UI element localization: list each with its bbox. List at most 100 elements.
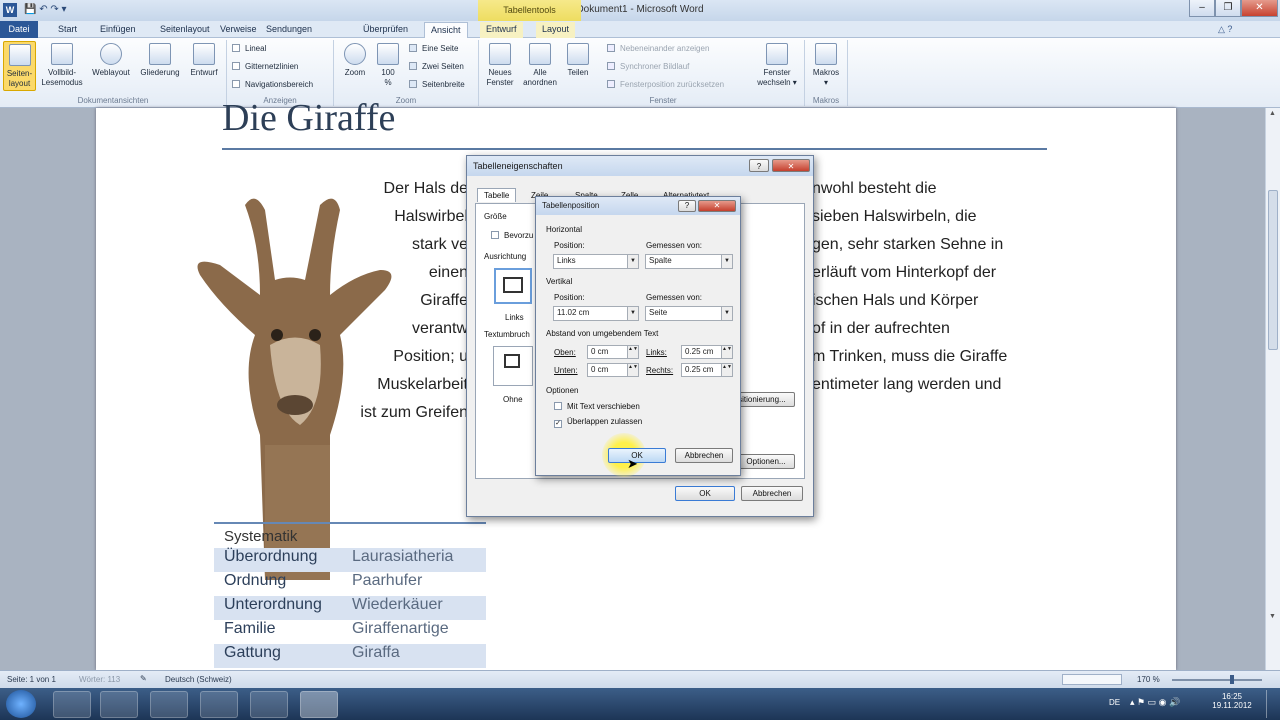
checkbox-gitternetzlinien[interactable]: Gitternetzlinien <box>232 61 298 72</box>
quick-access-toolbar[interactable]: 💾 ↶ ↷ ▾ <box>24 4 67 15</box>
table-row[interactable]: Familie Giraffenartige <box>214 620 486 644</box>
table-row[interactable]: Ordnung Paarhufer <box>214 572 486 596</box>
table-row[interactable]: Gattung Giraffa <box>214 644 486 668</box>
position-close-button[interactable]: ✕ <box>698 200 736 212</box>
groesse-label: Größe <box>484 212 507 221</box>
macros-button[interactable]: Makros ▾ <box>808 41 844 91</box>
checkbox-lineal[interactable]: Lineal <box>232 43 266 54</box>
firefox-icon[interactable] <box>200 691 238 718</box>
bevorzugt-checkbox[interactable]: Bevorzu <box>491 231 533 240</box>
vertical-scrollbar[interactable]: ▲ ▼ <box>1265 108 1280 670</box>
table-row[interactable]: Unterordnung Wiederkäuer <box>214 596 486 620</box>
sync-scroll-button[interactable]: Synchroner Bildlauf <box>607 61 689 72</box>
tab-sendungen[interactable]: Sendungen <box>260 22 318 38</box>
tab-datei[interactable]: Datei <box>0 21 38 38</box>
wrap-none-option[interactable] <box>493 346 533 386</box>
outer-cancel-button[interactable]: Abbrechen <box>741 486 803 501</box>
checkbox-navigationsbereich[interactable]: Navigationsbereich <box>232 79 313 90</box>
scroll-thumb[interactable] <box>1268 190 1278 350</box>
show-desktop-button[interactable] <box>1266 690 1278 718</box>
spinner-icon[interactable]: ▲▼ <box>627 364 638 376</box>
help-icon[interactable]: △ ? <box>1218 24 1232 35</box>
unten-label: Unten: <box>554 366 578 375</box>
oben-input[interactable]: 0 cm ▲▼ <box>587 345 639 359</box>
zoom-100-button[interactable]: 100 % <box>374 41 402 91</box>
clock[interactable]: 16:25 19.11.2012 <box>1212 692 1252 710</box>
view-vollbild-button[interactable]: Vollbild- Lesemodus <box>38 41 86 91</box>
view-gliederung-button[interactable]: Gliederung <box>136 41 184 91</box>
h-measured-label: Gemessen von: <box>646 241 703 250</box>
app-window-icon[interactable] <box>250 691 288 718</box>
view-seitenlayout-button[interactable]: Seiten- layout <box>3 41 36 91</box>
view-entwurf-button[interactable]: Entwurf <box>185 41 223 91</box>
switch-windows-button[interactable]: Fenster wechseln ▾ <box>751 41 803 91</box>
view-weblayout-button[interactable]: Weblayout <box>87 41 135 91</box>
scroll-down-icon[interactable]: ▼ <box>1269 613 1276 620</box>
position-help-button[interactable]: ? <box>678 200 696 212</box>
tab-ueberpruefen[interactable]: Überprüfen <box>357 22 414 38</box>
zoom-button[interactable]: Zoom <box>339 41 371 91</box>
tab-seitenlayout[interactable]: Seitenlayout <box>154 22 216 38</box>
new-window-button[interactable]: Neues Fenster <box>483 41 517 91</box>
start-button[interactable] <box>6 690 36 718</box>
zoom-slider-thumb[interactable] <box>1230 675 1234 684</box>
help-button[interactable]: ? <box>749 159 769 172</box>
close-button[interactable]: ✕ <box>1241 0 1278 17</box>
tab-start[interactable]: Start <box>52 22 83 38</box>
ie-icon[interactable] <box>53 691 91 718</box>
align-left-option[interactable] <box>494 268 532 304</box>
proofing-icon[interactable]: ✎ <box>140 674 147 683</box>
paragraph-right[interactable]: nwohl besteht die sieben Halswirbeln, di… <box>812 175 1048 399</box>
zoom-level[interactable]: 170 % <box>1137 675 1160 684</box>
tab-layout[interactable]: Layout <box>536 22 576 38</box>
rechts-input[interactable]: 0.25 cm ▲▼ <box>681 363 733 377</box>
outline-icon <box>149 43 171 65</box>
two-pages-button[interactable]: Zwei Seiten <box>409 61 464 72</box>
reset-window-button[interactable]: Fensterposition zurücksetzen <box>607 79 724 90</box>
position-cancel-button[interactable]: Abbrechen <box>675 448 733 463</box>
word-app-icon[interactable]: W <box>3 3 17 17</box>
h-position-select[interactable]: Links ▼ <box>553 254 639 269</box>
minimize-button[interactable]: – <box>1189 0 1215 17</box>
view-buttons[interactable] <box>1062 674 1122 685</box>
word-taskbar-icon[interactable] <box>300 691 338 718</box>
one-page-button[interactable]: Eine Seite <box>409 43 458 54</box>
h-measured-select[interactable]: Spalte ▼ <box>645 254 733 269</box>
outer-ok-button[interactable]: OK <box>675 486 735 501</box>
media-player-icon[interactable] <box>150 691 188 718</box>
tray-icons[interactable]: ▴ ⚑ ▭ ◉ 🔊 <box>1130 697 1180 708</box>
v-position-select[interactable]: 11.02 cm ▼ <box>553 306 639 321</box>
language-status[interactable]: Deutsch (Schweiz) <box>165 675 232 684</box>
tab-einfuegen[interactable]: Einfügen <box>94 22 142 38</box>
maximize-button[interactable]: ❐ <box>1215 0 1241 17</box>
spinner-icon[interactable]: ▲▼ <box>721 346 732 358</box>
side-by-side-button[interactable]: Nebeneinander anzeigen <box>607 43 709 54</box>
spinner-icon[interactable]: ▲▼ <box>721 364 732 376</box>
chevron-down-icon: ▼ <box>627 307 638 320</box>
table-row[interactable]: Überordnung Laurasiatheria <box>214 548 486 572</box>
tab-verweise[interactable]: Verweise <box>214 22 263 38</box>
links-input[interactable]: 0.25 cm ▲▼ <box>681 345 733 359</box>
tab-ansicht[interactable]: Ansicht <box>424 22 468 38</box>
word-count[interactable]: Wörter: 113 <box>79 675 120 684</box>
document-title[interactable]: Die Giraffe <box>222 96 395 136</box>
move-with-text-checkbox[interactable]: Mit Text verschieben <box>554 402 640 411</box>
table-position-dialog: Tabellenposition ? ✕ Horizontal Position… <box>535 196 741 477</box>
systematik-table[interactable]: Systematik Überordnung Laurasiatheria Ord… <box>214 522 486 668</box>
unten-input[interactable]: 0 cm ▲▼ <box>587 363 639 377</box>
tab-tabelle[interactable]: Tabelle <box>477 188 517 202</box>
tab-entwurf[interactable]: Entwurf <box>480 22 523 38</box>
v-measured-select[interactable]: Seite ▼ <box>645 306 733 321</box>
language-indicator[interactable]: DE <box>1109 698 1120 707</box>
split-button[interactable]: Teilen <box>563 41 593 91</box>
explorer-icon[interactable] <box>100 691 138 718</box>
dialog-close-button[interactable]: ✕ <box>772 159 810 172</box>
allow-overlap-checkbox[interactable]: ✓ Überlappen zulassen <box>554 417 642 428</box>
scroll-up-icon[interactable]: ▲ <box>1269 110 1276 117</box>
arrange-all-button[interactable]: Alle anordnen <box>519 41 561 91</box>
spinner-icon[interactable]: ▲▼ <box>627 346 638 358</box>
optionen-button[interactable]: Optionen... <box>737 454 795 469</box>
zoom-slider[interactable] <box>1172 679 1262 681</box>
page-width-button[interactable]: Seitenbreite <box>409 79 465 90</box>
page-count[interactable]: Seite: 1 von 1 <box>7 675 56 684</box>
